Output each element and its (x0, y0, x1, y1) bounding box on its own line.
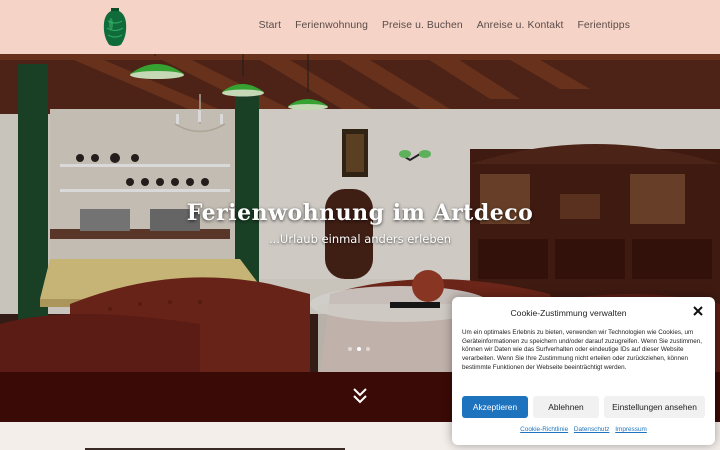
cookie-links: Cookie-Richtlinie Datenschutz Impressum (452, 426, 715, 433)
cookie-title: Cookie-Zustimmung verwalten (510, 308, 627, 318)
cookie-description: Um ein optimales Erlebnis zu bieten, ver… (462, 329, 702, 371)
slider-dots (348, 347, 370, 351)
hero-subtitle: ...Urlaub einmal anders erleben (268, 232, 452, 246)
nav-item-preise[interactable]: Preise u. Buchen (382, 20, 463, 31)
green-vase-logo[interactable] (101, 6, 129, 48)
cookie-policy-link[interactable]: Cookie-Richtlinie (520, 426, 568, 433)
cookie-consent-dialog: Cookie-Zustimmung verwalten Um ein optim… (452, 297, 715, 445)
deny-button[interactable]: Ablehnen (533, 396, 599, 418)
main-nav: Start Ferienwohnung Preise u. Buchen Anr… (259, 20, 630, 31)
privacy-link[interactable]: Datenschutz (574, 426, 610, 433)
close-icon[interactable] (693, 306, 703, 316)
accept-button[interactable]: Akzeptieren (462, 396, 528, 418)
settings-button[interactable]: Einstellungen ansehen (604, 396, 705, 418)
nav-item-start[interactable]: Start (259, 20, 281, 31)
slider-dot-2[interactable] (357, 347, 361, 351)
slider-dot-1[interactable] (348, 347, 352, 351)
imprint-link[interactable]: Impressum (615, 426, 647, 433)
site-header: Start Ferienwohnung Preise u. Buchen Anr… (0, 0, 720, 54)
nav-item-ferientipps[interactable]: Ferientipps (577, 20, 630, 31)
nav-item-anreise[interactable]: Anreise u. Kontakt (477, 20, 564, 31)
hero-title: Ferienwohnung im Artdeco (186, 200, 534, 226)
slider-dot-3[interactable] (366, 347, 370, 351)
double-chevron-down-icon[interactable] (352, 387, 368, 405)
nav-item-ferienwohnung[interactable]: Ferienwohnung (295, 20, 368, 31)
